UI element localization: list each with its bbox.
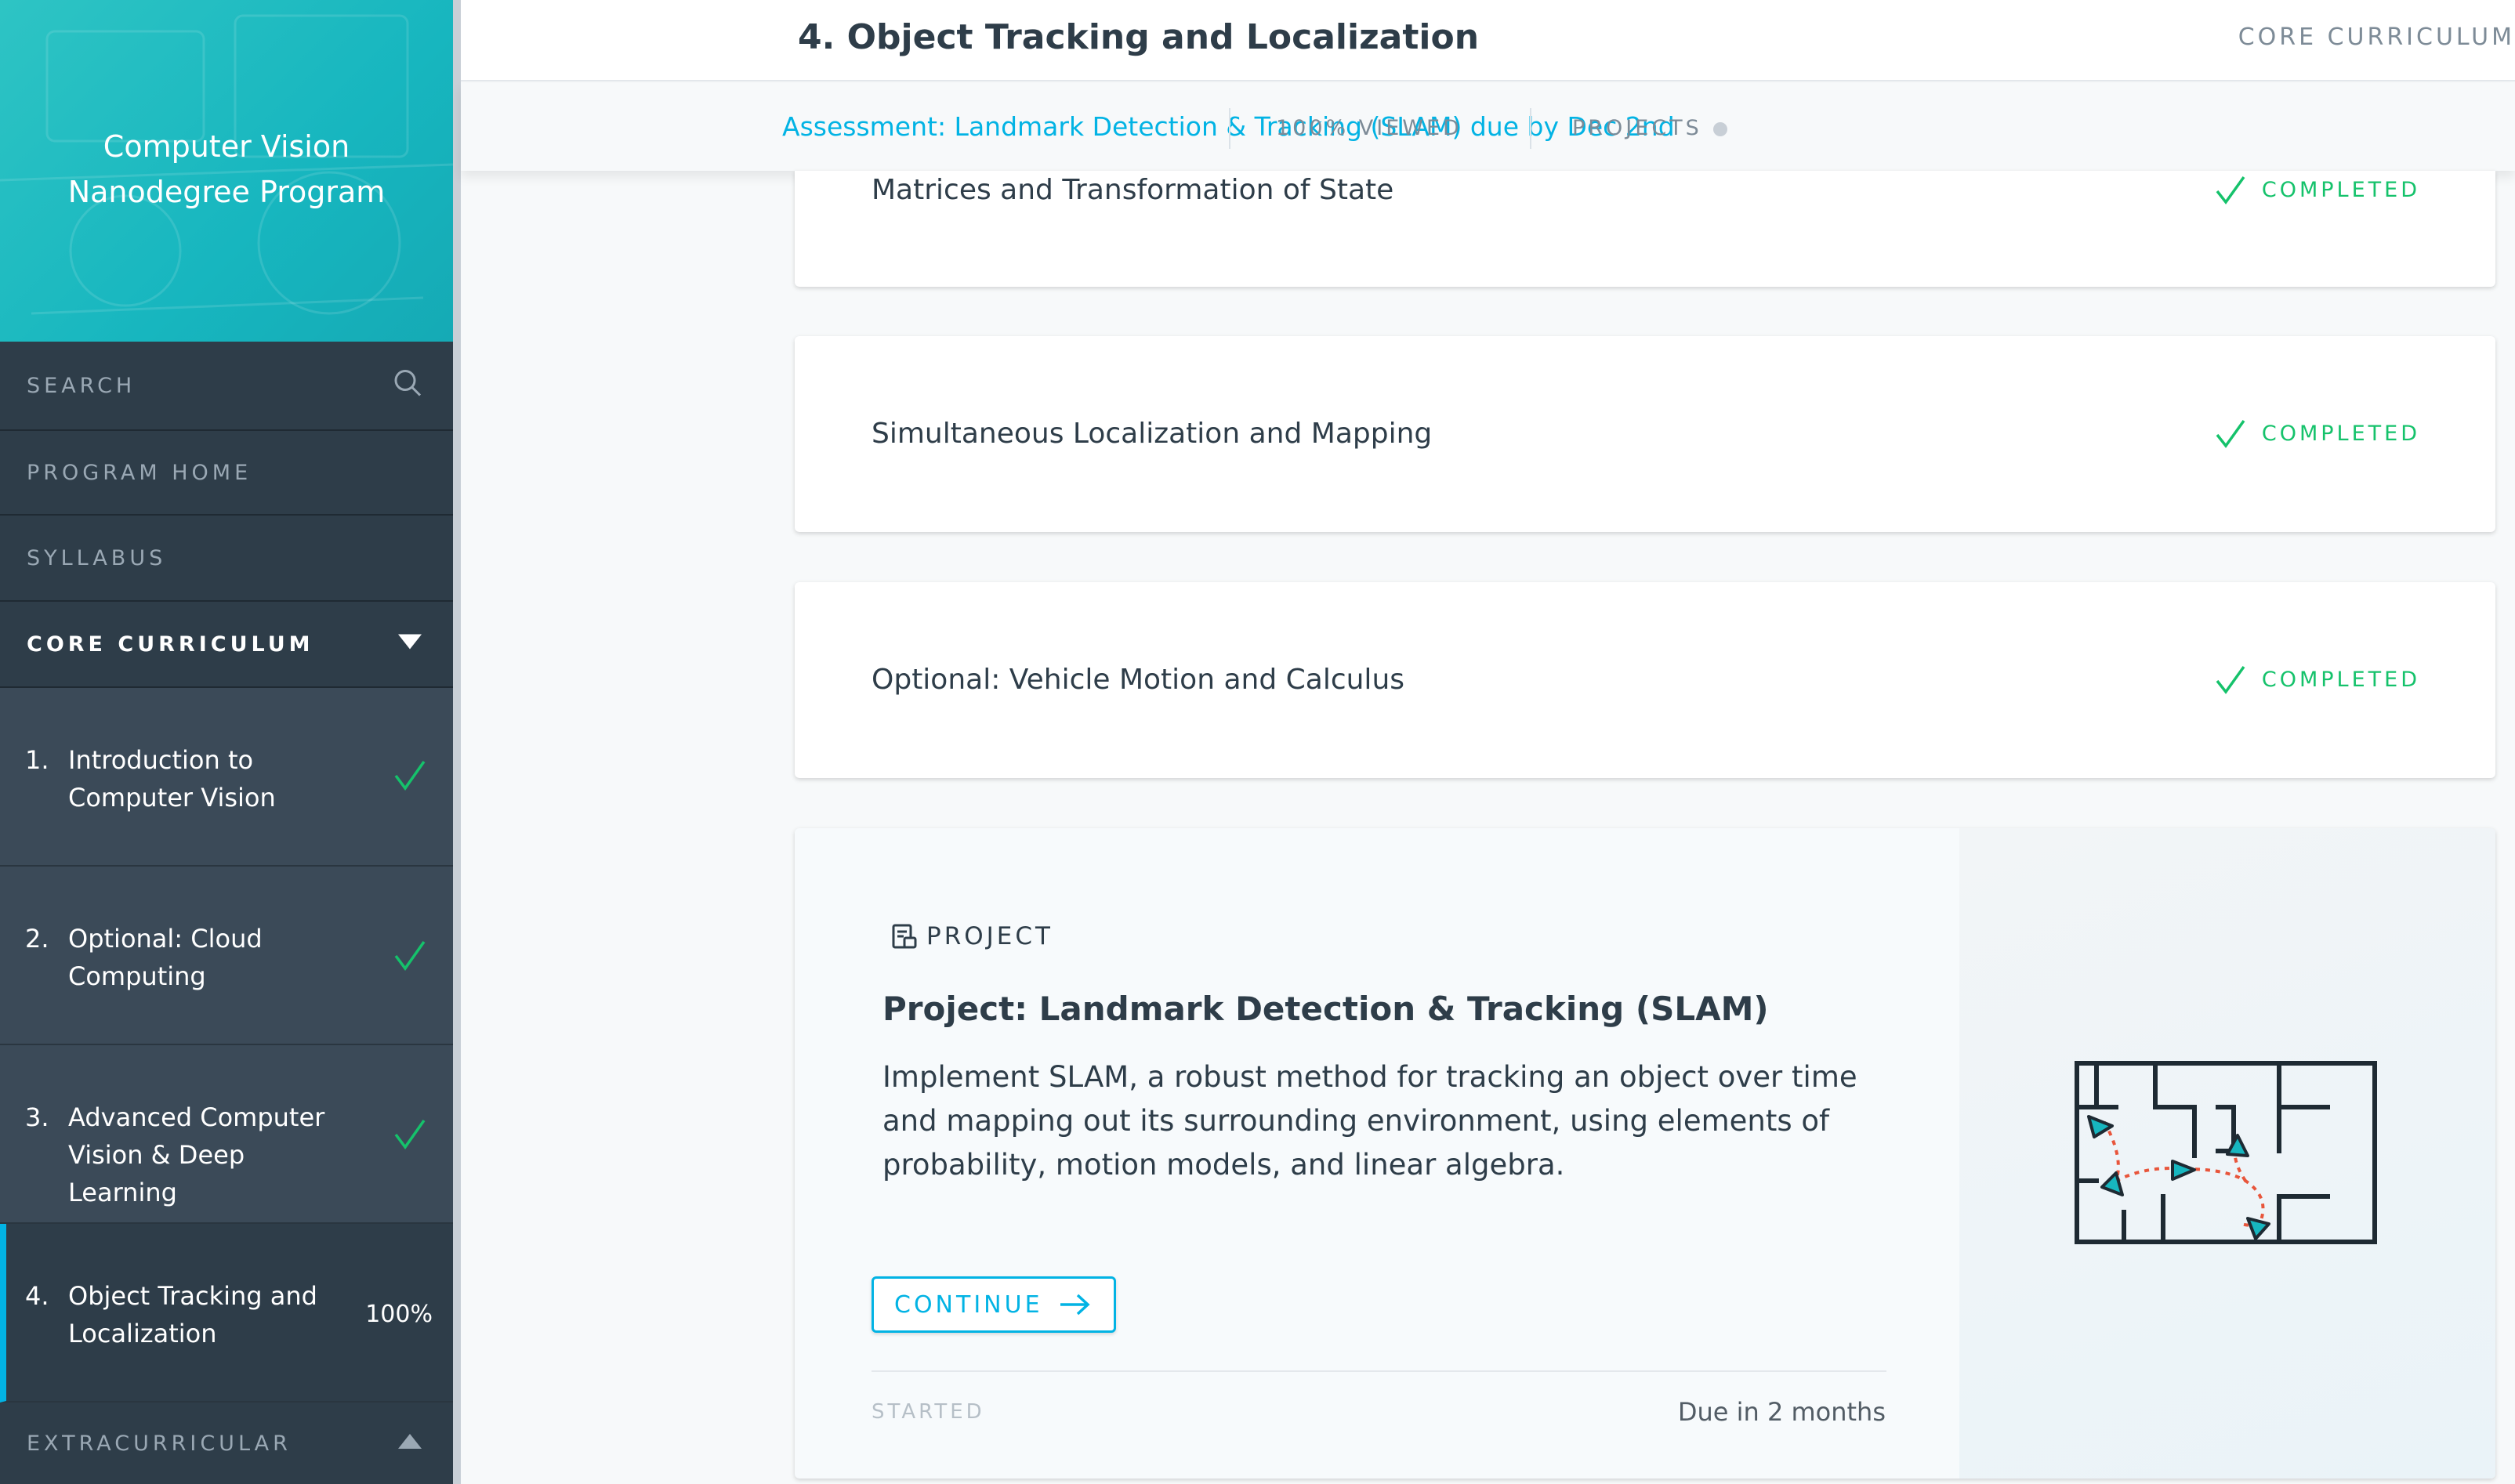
check-icon <box>2216 419 2245 448</box>
syllabus-label: SYLLABUS <box>27 545 167 570</box>
arrow-right-icon <box>1060 1294 1090 1316</box>
lesson-title: Optional: Cloud Computing <box>68 924 263 991</box>
divider <box>1229 108 1230 149</box>
divider <box>872 1370 1886 1372</box>
lesson-number: 2. <box>25 924 49 954</box>
lesson-number: 4. <box>25 1281 49 1311</box>
sidebar-item-extracurricular[interactable]: EXTRACURRICULAR <box>0 1403 453 1484</box>
core-curriculum-label: CORE CURRICULUM <box>27 632 314 657</box>
divider <box>1530 108 1531 149</box>
sidebar-item-syllabus[interactable]: SYLLABUS <box>0 516 453 602</box>
lesson-number: 3. <box>25 1102 49 1132</box>
sidebar-lesson-2[interactable]: 2. Optional: Cloud Computing <box>0 867 453 1045</box>
lesson-progress: 100% <box>365 1301 433 1328</box>
program-title-line1: Computer Vision <box>103 129 350 164</box>
project-icon <box>892 924 917 949</box>
program-home-label: PROGRAM HOME <box>27 460 252 485</box>
sub-bar: Assessment: Landmark Detection & Trackin… <box>461 83 2515 171</box>
sidebar-item-core-curriculum[interactable]: CORE CURRICULUM <box>0 602 453 688</box>
lesson-card-title: Simultaneous Localization and Mapping <box>872 418 1433 450</box>
status-label: COMPLETED <box>2261 421 2420 446</box>
status-label: COMPLETED <box>2261 667 2420 692</box>
lesson-card[interactable]: Optional: Vehicle Motion and Calculus CO… <box>795 582 2495 778</box>
check-icon <box>393 939 426 983</box>
continue-button[interactable]: CONTINUE <box>872 1276 1116 1333</box>
project-kicker: PROJECT <box>890 922 1053 950</box>
sidebar-lesson-3[interactable]: 3. Advanced Computer Vision & Deep Learn… <box>0 1045 453 1224</box>
program-brand-header[interactable]: Computer Vision Nanodegree Program <box>0 0 453 342</box>
project-due-date: Due in 2 months <box>1677 1397 1886 1427</box>
sidebar-lesson-1[interactable]: 1. Introduction to Computer Vision <box>0 688 453 867</box>
search-label: SEARCH <box>27 373 136 398</box>
lesson-number: 1. <box>25 745 49 775</box>
check-icon <box>2216 665 2245 694</box>
program-title: Computer Vision Nanodegree Program <box>0 124 453 215</box>
lesson-card[interactable]: Simultaneous Localization and Mapping CO… <box>795 336 2495 532</box>
project-status: STARTED <box>872 1400 985 1424</box>
program-title-line2: Nanodegree Program <box>67 175 386 209</box>
viewed-status: 100% VIEWED <box>1276 116 1462 140</box>
lesson-title: Object Tracking and Localization <box>68 1281 317 1348</box>
project-card: PROJECT Project: Landmark Detection & Tr… <box>795 828 2495 1479</box>
lesson-card[interactable]: Matrices and Transformation of State COM… <box>795 171 2495 287</box>
continue-label: CONTINUE <box>894 1290 1043 1319</box>
caret-up-icon[interactable] <box>397 1432 423 1457</box>
projects-tab[interactable]: PROJECTS <box>1572 116 1727 140</box>
project-illustration <box>1959 828 2495 1479</box>
search-icon[interactable] <box>392 367 423 404</box>
sidebar: Computer Vision Nanodegree Program SEARC… <box>0 0 453 1484</box>
slam-map-icon <box>2075 1061 2377 1244</box>
project-description: Implement SLAM, a robust method for trac… <box>882 1060 1857 1182</box>
lesson-card-title: Optional: Vehicle Motion and Calculus <box>872 664 1405 696</box>
lesson-title: Introduction to Computer Vision <box>68 745 276 813</box>
lesson-card-status: COMPLETED <box>2215 418 2420 449</box>
sidebar-lesson-4[interactable]: 4. Object Tracking and Localization 100% <box>0 1224 453 1403</box>
lesson-card-status: COMPLETED <box>2215 664 2420 695</box>
sidebar-divider <box>453 0 461 1484</box>
section-label[interactable]: CORE CURRICULUM <box>2238 24 2515 51</box>
status-label: COMPLETED <box>2261 177 2420 202</box>
caret-down-icon[interactable] <box>397 632 423 657</box>
lesson-card-title: Matrices and Transformation of State <box>872 174 1394 206</box>
top-bar: 4. Object Tracking and Localization CORE… <box>461 0 2515 81</box>
projects-status-dot <box>1712 121 1727 136</box>
projects-label: PROJECTS <box>1572 116 1702 140</box>
check-icon <box>2216 176 2245 205</box>
project-kicker-label: PROJECT <box>926 922 1053 950</box>
project-title[interactable]: Project: Landmark Detection & Tracking (… <box>882 990 1769 1028</box>
extracurricular-label: EXTRACURRICULAR <box>27 1431 292 1456</box>
check-icon <box>393 1117 426 1162</box>
sidebar-item-program-home[interactable]: PROGRAM HOME <box>0 431 453 516</box>
check-icon <box>393 758 426 803</box>
page-title: 4. Object Tracking and Localization <box>798 17 1480 57</box>
lesson-title: Advanced Computer Vision & Deep Learning <box>68 1102 325 1207</box>
lesson-card-status: COMPLETED <box>2215 174 2420 205</box>
sidebar-search[interactable]: SEARCH <box>0 342 453 431</box>
